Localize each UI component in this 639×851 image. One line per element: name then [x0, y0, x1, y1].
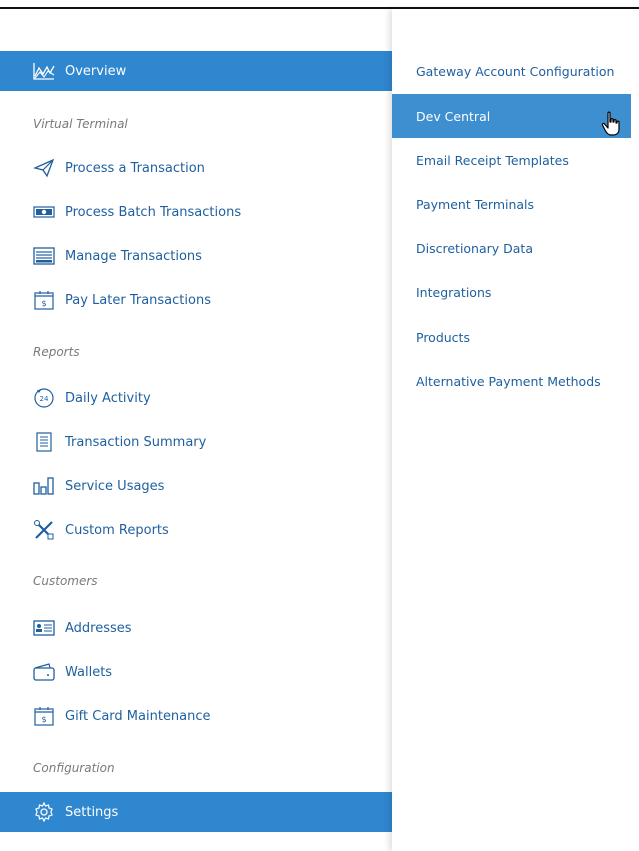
submenu-item[interactable]: Payment Terminals — [392, 182, 639, 226]
dollar-glyph: $ — [41, 299, 46, 308]
section-configuration: Configuration — [33, 761, 115, 775]
clock-24-icon: 24 — [33, 387, 55, 409]
gear-icon — [33, 801, 55, 823]
sidebar-item-daily-activity[interactable]: 24 Daily Activity — [0, 378, 392, 418]
submenu-item-label: Payment Terminals — [416, 196, 535, 212]
submenu-item-label: Gateway Account Configuration — [416, 63, 615, 79]
section-virtual-terminal: Virtual Terminal — [33, 117, 128, 131]
hand-cursor-icon — [601, 111, 623, 137]
sidebar-item-service-usages[interactable]: Service Usages — [0, 466, 392, 506]
sidebar-item-label: Overview — [65, 63, 127, 79]
sidebar-item-process-transaction[interactable]: Process a Transaction — [0, 148, 392, 188]
sidebar-item-transaction-summary[interactable]: Transaction Summary — [0, 422, 392, 462]
submenu-item-active[interactable]: Dev Central — [392, 94, 631, 138]
sidebar-item-label: Process Batch Transactions — [65, 204, 242, 220]
submenu-item-label: Email Receipt Templates — [416, 152, 569, 168]
sidebar-item-label: Wallets — [65, 664, 113, 680]
calendar-dollar-icon: $ — [33, 289, 55, 311]
submenu-item[interactable]: Gateway Account Configuration — [392, 49, 639, 93]
sidebar-item-gift-card[interactable]: $ Gift Card Maintenance — [0, 696, 392, 736]
batch-cash-icon — [33, 201, 55, 223]
sidebar-item-manage-transactions[interactable]: Manage Transactions — [0, 236, 392, 276]
submenu-item-label: Dev Central — [416, 108, 491, 124]
bar-chart-icon — [33, 475, 55, 497]
dollar-glyph: $ — [41, 715, 46, 724]
sidebar-item-settings[interactable]: Settings — [0, 792, 392, 832]
submenu-item-label: Alternative Payment Methods — [416, 373, 601, 389]
sidebar-item-label: Daily Activity — [65, 390, 151, 406]
paper-plane-icon — [33, 157, 55, 179]
address-card-icon — [33, 617, 55, 639]
sidebar-item-label: Gift Card Maintenance — [65, 708, 211, 724]
sidebar-item-label: Addresses — [65, 620, 132, 636]
sidebar-item-label: Custom Reports — [65, 522, 169, 538]
sidebar-item-pay-later[interactable]: $ Pay Later Transactions — [0, 280, 392, 320]
submenu-item[interactable]: Integrations — [392, 270, 639, 314]
sidebar-item-process-batch[interactable]: Process Batch Transactions — [0, 192, 392, 232]
sidebar-item-label: Manage Transactions — [65, 248, 202, 264]
submenu-item-label: Discretionary Data — [416, 240, 533, 256]
overview-chart-icon — [33, 60, 55, 82]
sidebar-item-overview[interactable]: Overview — [0, 51, 392, 91]
submenu-item-label: Products — [416, 329, 470, 345]
submenu-item[interactable]: Email Receipt Templates — [392, 138, 639, 182]
submenu-item[interactable]: Discretionary Data — [392, 226, 639, 270]
clock-24-glyph: 24 — [40, 395, 49, 403]
submenu-item-label: Integrations — [416, 284, 492, 300]
sidebar-item-wallets[interactable]: Wallets — [0, 652, 392, 692]
sidebar-item-label: Process a Transaction — [65, 160, 205, 176]
submenu-item[interactable]: Products — [392, 315, 639, 359]
wallet-icon — [33, 661, 55, 683]
sidebar-item-label: Transaction Summary — [65, 434, 207, 450]
section-customers: Customers — [33, 574, 98, 588]
sidebar-item-label: Pay Later Transactions — [65, 292, 211, 308]
sidebar-item-label: Service Usages — [65, 478, 165, 494]
submenu-item[interactable]: Alternative Payment Methods — [392, 359, 639, 403]
tools-icon — [33, 519, 55, 541]
section-reports: Reports — [33, 345, 80, 359]
stack-icon — [33, 245, 55, 267]
document-icon — [33, 431, 55, 453]
sidebar-item-label: Settings — [65, 804, 119, 820]
sidebar-item-custom-reports[interactable]: Custom Reports — [0, 510, 392, 550]
calendar-dollar-icon: $ — [33, 705, 55, 727]
sidebar-item-addresses[interactable]: Addresses — [0, 608, 392, 648]
